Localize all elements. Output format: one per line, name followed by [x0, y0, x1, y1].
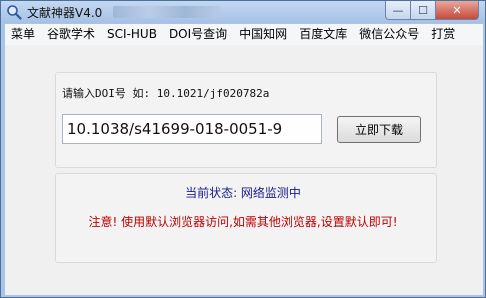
menu-item-main[interactable]: 菜单	[5, 24, 41, 45]
menu-item-cnki[interactable]: 中国知网	[233, 24, 293, 45]
window-controls: — ☐ ✕	[385, 1, 479, 20]
maximize-button[interactable]: ☐	[411, 1, 436, 20]
minimize-button[interactable]: —	[385, 1, 411, 20]
window-title: 文献神器V4.0	[27, 6, 103, 20]
menu-item-sci-hub[interactable]: SCI-HUB	[101, 24, 163, 45]
download-button[interactable]: 立即下载	[337, 116, 421, 143]
notice-text: 注意! 使用默认浏览器访问,如需其他浏览器,设置默认即可!	[88, 215, 398, 229]
menu-item-wechat[interactable]: 微信公众号	[353, 24, 425, 45]
status-text: 当前状态: 网络监测中	[185, 186, 301, 200]
menu-item-google-scholar[interactable]: 谷歌学术	[41, 24, 101, 45]
menu-bar: 菜单 谷歌学术 SCI-HUB DOI号查询 中国知网 百度文库 微信公众号 打…	[5, 24, 483, 45]
doi-prompt-label: 请输入DOI号 如: 10.1021/jf020782a	[62, 87, 270, 100]
client-area	[5, 45, 483, 295]
magnifier-app-icon	[7, 5, 22, 20]
title-bar[interactable]: 文献神器V4.0 — ☐ ✕	[1, 1, 485, 23]
doi-input[interactable]	[62, 114, 322, 144]
menu-item-donate[interactable]: 打赏	[425, 24, 461, 45]
menu-item-doi-lookup[interactable]: DOI号查询	[163, 24, 233, 45]
app-window: 文献神器V4.0 — ☐ ✕ 菜单 谷歌学术 SCI-HUB DOI号查询 中国…	[0, 0, 486, 298]
close-button[interactable]: ✕	[436, 1, 479, 20]
title-redacted-area	[113, 6, 221, 18]
menu-item-baidu-wenku[interactable]: 百度文库	[293, 24, 353, 45]
